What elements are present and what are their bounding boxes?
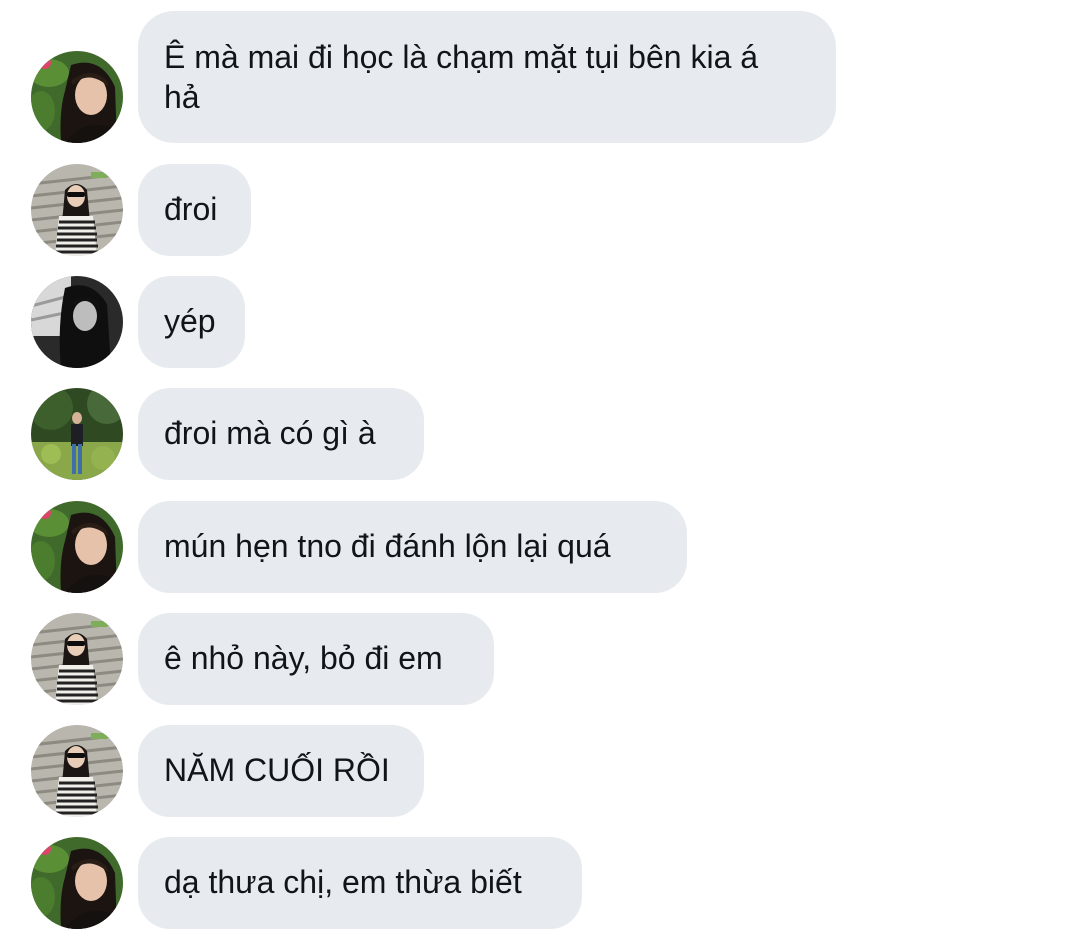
message-text: đroi bbox=[164, 191, 218, 227]
message-text: mún hẹn tno đi đánh lộn lại quá bbox=[164, 528, 611, 564]
message-bubble[interactable]: mún hẹn tno đi đánh lộn lại quá bbox=[138, 501, 687, 593]
avatar-girl-stairs[interactable] bbox=[31, 164, 123, 256]
message-bubble[interactable]: dạ thưa chị, em thừa biết bbox=[138, 837, 582, 929]
message-text: ê nhỏ này, bỏ đi em bbox=[164, 640, 443, 676]
chat-thread: Ê mà mai đi học là chạm mặt tụi bên kia … bbox=[0, 0, 1080, 932]
avatar-girl-plants[interactable] bbox=[31, 501, 123, 593]
message-bubble[interactable]: yép bbox=[138, 276, 245, 368]
message-bubble[interactable]: NĂM CUỐI RỒI bbox=[138, 725, 424, 817]
message-text: yép bbox=[164, 303, 216, 339]
message-bubble[interactable]: đroi mà có gì à bbox=[138, 388, 424, 480]
avatar-boy-garden[interactable] bbox=[31, 388, 123, 480]
message-bubble[interactable]: ê nhỏ này, bỏ đi em bbox=[138, 613, 494, 705]
message-text: đroi mà có gì à bbox=[164, 415, 376, 451]
message-text: dạ thưa chị, em thừa biết bbox=[164, 864, 522, 900]
avatar-girl-stairs[interactable] bbox=[31, 613, 123, 705]
message-text: Ê mà mai đi học là chạm mặt tụi bên kia … bbox=[164, 39, 759, 115]
avatar-girl-plants[interactable] bbox=[31, 837, 123, 929]
avatar-girl-stairs[interactable] bbox=[31, 725, 123, 817]
message-bubble[interactable]: đroi bbox=[138, 164, 251, 256]
message-text: NĂM CUỐI RỒI bbox=[164, 752, 390, 788]
avatar-girl-bw[interactable] bbox=[31, 276, 123, 368]
message-bubble[interactable]: Ê mà mai đi học là chạm mặt tụi bên kia … bbox=[138, 11, 836, 143]
avatar-girl-plants[interactable] bbox=[31, 51, 123, 143]
